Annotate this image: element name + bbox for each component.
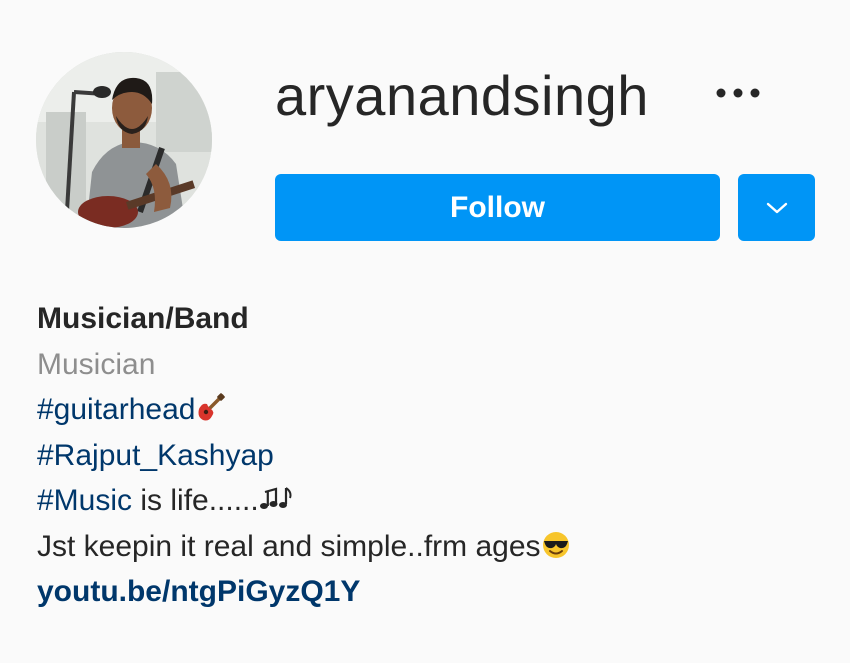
- bio-line-3: #Music is life......: [37, 478, 817, 524]
- sunglasses-face-emoji-icon: [541, 528, 571, 574]
- avatar-photo: [36, 52, 212, 228]
- guitar-emoji-icon: [195, 391, 226, 437]
- bio-text: is life......: [132, 484, 259, 517]
- profile-header: aryanandsingh Follow Musician/Band Music…: [0, 0, 850, 663]
- more-options-button[interactable]: [712, 76, 764, 110]
- profile-bio: Musician/Band Musician #guitarhead #Rajp…: [37, 296, 817, 615]
- chevron-down-icon: [766, 202, 787, 213]
- bio-line-1: #guitarhead: [37, 387, 817, 433]
- bio-line-4: Jst keepin it real and simple..frm ages: [37, 524, 817, 570]
- bio-line-2: #Rajput_Kashyap: [37, 433, 817, 479]
- username: aryanandsingh: [275, 64, 649, 127]
- hashtag-link[interactable]: #guitarhead: [37, 393, 195, 426]
- hashtag-link[interactable]: #Rajput_Kashyap: [37, 439, 274, 472]
- profile-category: Musician/Band: [37, 302, 249, 335]
- more-horizontal-icon: [716, 88, 760, 98]
- follow-button[interactable]: Follow: [275, 174, 720, 241]
- bio-text: Jst keepin it real and simple..frm ages: [37, 529, 541, 563]
- hashtag-link[interactable]: #Music: [37, 484, 132, 517]
- suggested-accounts-dropdown-button[interactable]: [738, 174, 815, 241]
- profile-subcategory: Musician: [37, 347, 156, 381]
- avatar[interactable]: [36, 52, 212, 228]
- musical-notes-emoji-icon: [259, 482, 293, 528]
- external-link[interactable]: youtu.be/ntgPiGyzQ1Y: [37, 569, 817, 615]
- follow-button-label: Follow: [450, 190, 545, 224]
